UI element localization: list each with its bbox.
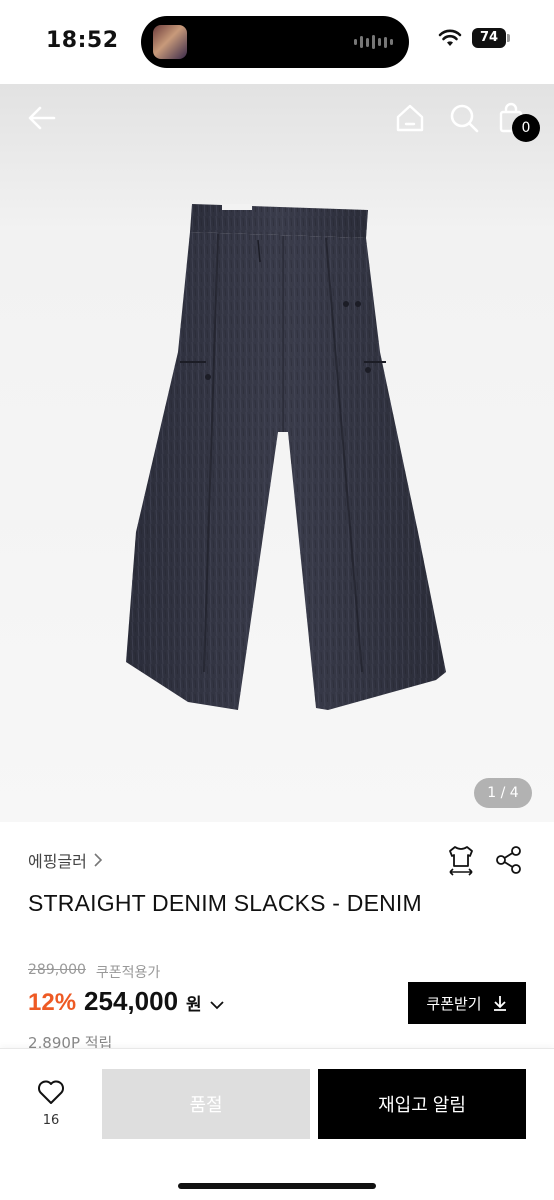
product-actions xyxy=(446,844,524,876)
wifi-icon xyxy=(438,29,462,46)
coupon-download-button[interactable]: 쿠폰받기 xyxy=(408,982,526,1024)
chevron-down-icon[interactable] xyxy=(210,1000,224,1010)
sale-price-row[interactable]: 12% 254,000 원 xyxy=(28,986,224,1017)
heart-icon[interactable] xyxy=(37,1079,65,1105)
cart-count-badge: 0 xyxy=(512,114,540,142)
arrow-left-icon[interactable] xyxy=(26,102,58,134)
discount-rate: 12% xyxy=(28,989,77,1016)
status-indicators: 74 xyxy=(438,28,510,48)
download-icon xyxy=(493,996,506,1011)
original-price: 289,000 xyxy=(28,962,86,978)
chevron-right-icon xyxy=(94,853,103,867)
like-button[interactable]: 16 xyxy=(30,1079,72,1128)
home-indicator xyxy=(178,1183,376,1189)
like-count: 16 xyxy=(42,1113,60,1128)
dynamic-island xyxy=(141,16,409,68)
restock-alert-button[interactable]: 재입고 알림 xyxy=(318,1069,526,1139)
brand-name[interactable]: 에핑글러 xyxy=(28,848,87,872)
top-navigation xyxy=(0,84,554,154)
status-time: 18:52 xyxy=(46,28,119,53)
search-icon[interactable] xyxy=(448,102,480,134)
product-info: 에핑글러 STRAIGHT DENIM SLACKS - DENIM 289,0… xyxy=(0,822,554,1052)
home-icon[interactable] xyxy=(394,102,426,134)
battery-indicator: 74 xyxy=(472,28,510,48)
soldout-button[interactable]: 품절 xyxy=(102,1069,310,1139)
currency-label: 원 xyxy=(186,995,202,1015)
brand-link[interactable]: 에핑글러 xyxy=(28,848,103,872)
coupon-button-label: 쿠폰받기 xyxy=(426,995,482,1013)
coupon-applied-label: 쿠폰적용가 xyxy=(95,965,161,981)
sale-price: 254,000 xyxy=(84,986,179,1016)
bottom-action-bar: 16 품절 재입고 알림 xyxy=(0,1048,554,1200)
audio-wave-icon xyxy=(354,34,393,50)
product-title: STRAIGHT DENIM SLACKS - DENIM xyxy=(28,890,422,916)
product-image-gallery[interactable]: 0 1 / 4 xyxy=(0,84,554,822)
original-price-row: 289,000 쿠폰적용가 xyxy=(28,962,160,982)
product-image xyxy=(126,204,446,710)
status-bar: 18:52 74 xyxy=(0,0,554,84)
image-page-indicator: 1 / 4 xyxy=(474,778,532,808)
share-icon[interactable] xyxy=(494,844,524,876)
now-playing-thumbnail xyxy=(153,25,187,59)
size-guide-icon[interactable] xyxy=(446,844,476,876)
